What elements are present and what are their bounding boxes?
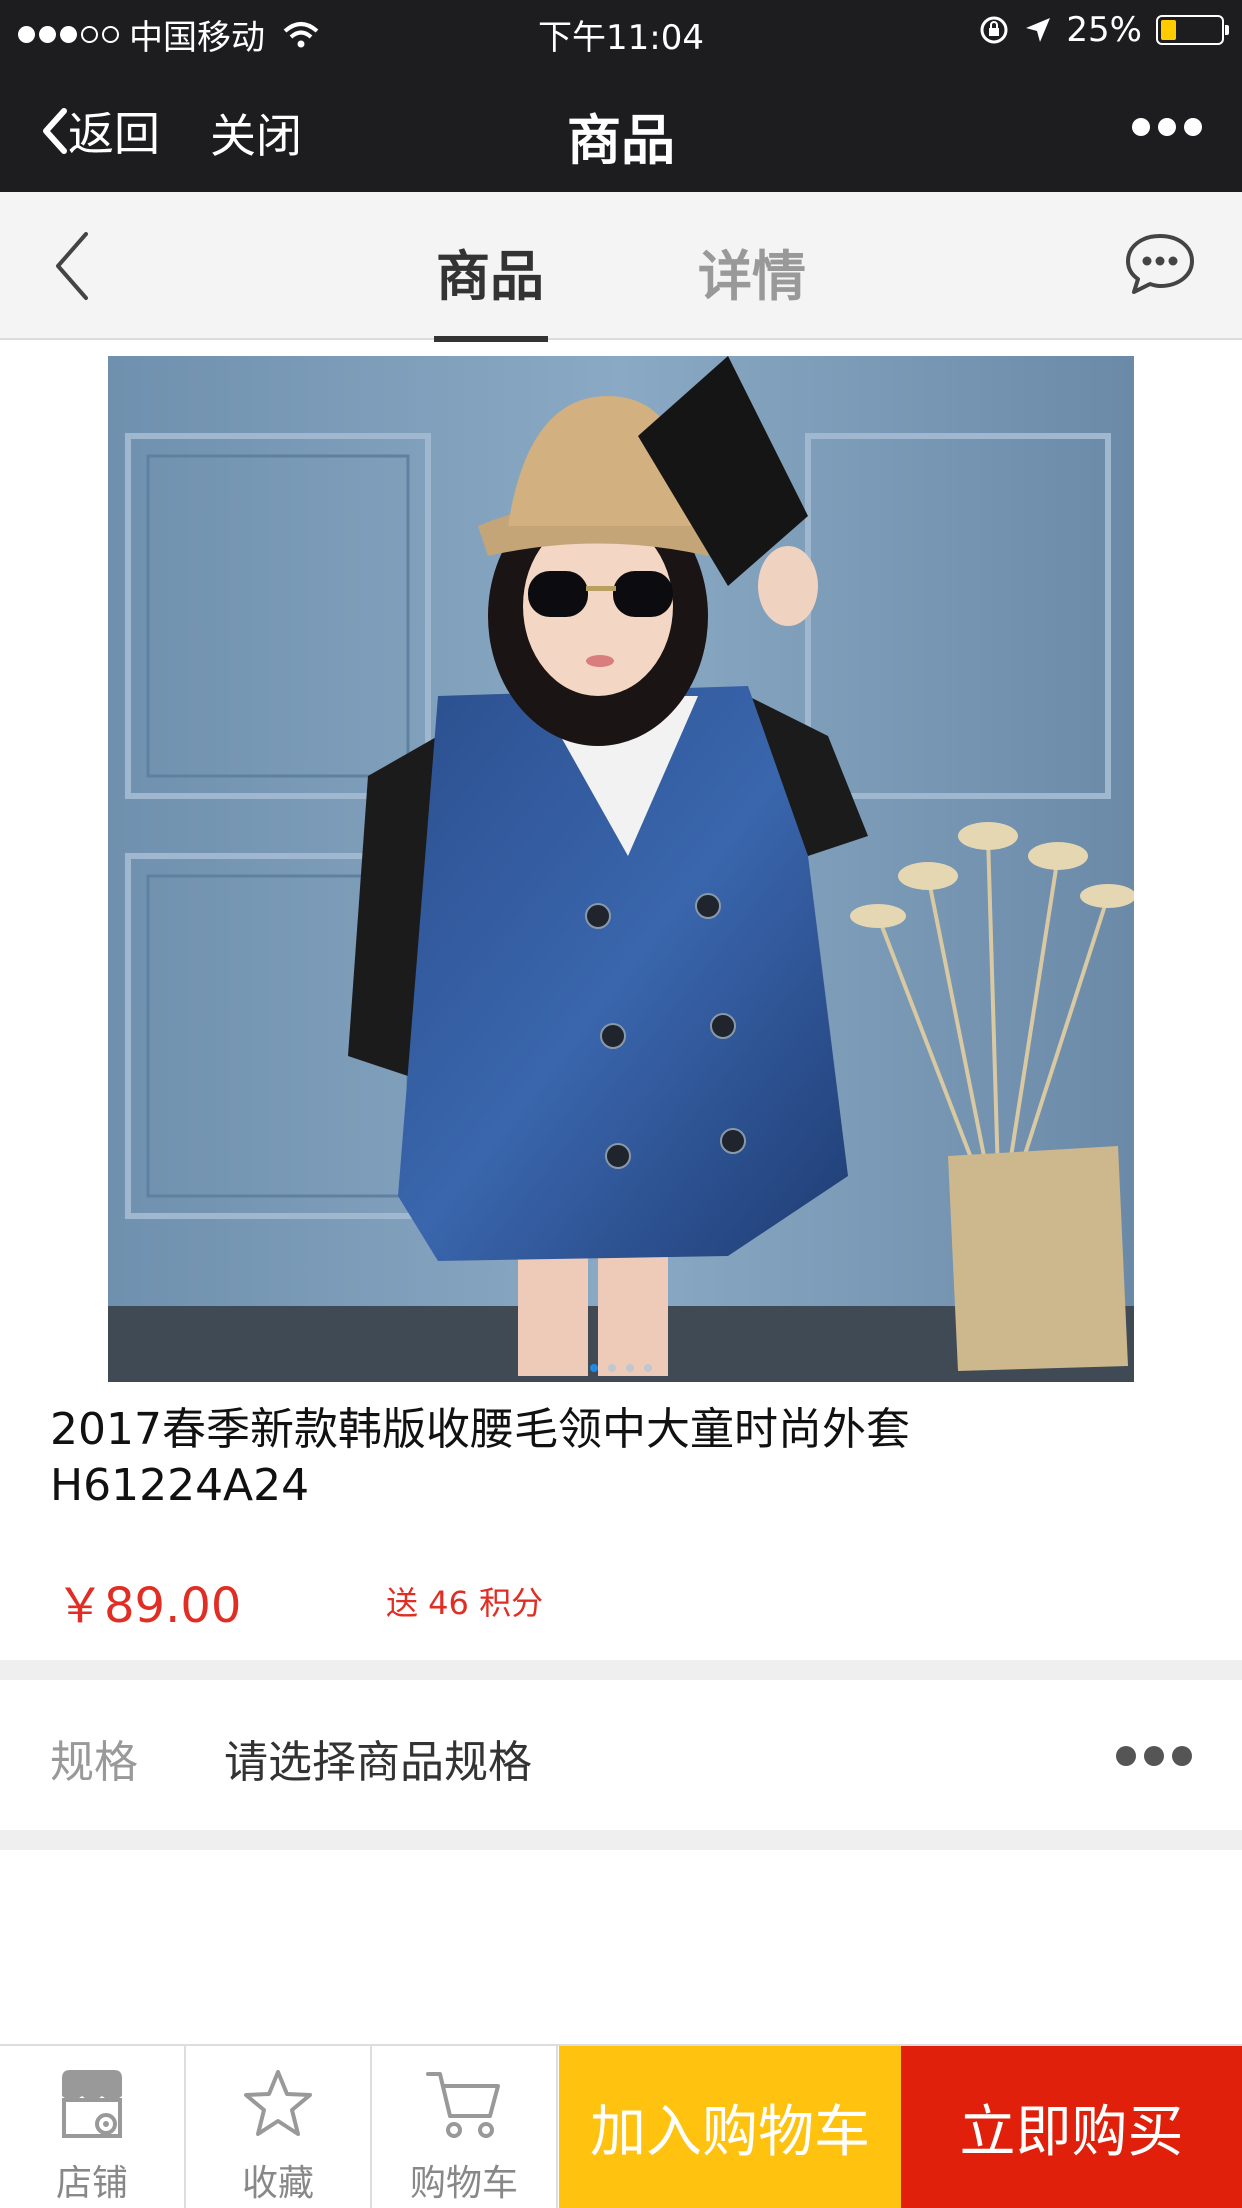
reward-points: 送 46 积分 [386, 1584, 544, 1622]
pagination-dot[interactable] [590, 1364, 598, 1372]
product-photo [108, 356, 1134, 1382]
status-right: 25% [978, 10, 1229, 50]
tab-bar: 商品 详情 [0, 192, 1242, 342]
battery-icon [1156, 15, 1229, 45]
spec-value: 请选择商品规格 [224, 1737, 532, 1788]
shopping-cart-icon [426, 2072, 500, 2138]
orientation-lock-icon [980, 16, 1008, 44]
buy-now-button[interactable]: 立即购买 [901, 2046, 1242, 2208]
product-price: ￥89.00 [56, 1578, 242, 1634]
active-tab-indicator [434, 336, 548, 342]
pagination-dot[interactable] [626, 1364, 634, 1372]
chat-bubble-icon [1126, 234, 1194, 294]
cart-label: 购物车 [409, 2163, 518, 2204]
product-image-carousel[interactable] [108, 356, 1134, 1382]
page-title: 商品 [567, 109, 675, 172]
bottom-action-bar: 店铺 收藏 购物车 加入购物车 立即购买 [0, 2044, 1242, 2208]
favorite-label: 收藏 [241, 2163, 314, 2204]
tab-back-button[interactable] [52, 230, 92, 306]
cart-button[interactable]: 购物车 [372, 2046, 558, 2208]
pagination-dot[interactable] [644, 1364, 652, 1372]
customer-service-button[interactable] [1124, 232, 1196, 302]
more-options-icon[interactable] [1132, 118, 1202, 136]
battery-percent: 25% [1066, 10, 1142, 50]
star-icon [244, 2070, 312, 2136]
favorite-button[interactable]: 收藏 [186, 2046, 372, 2208]
carousel-pagination [108, 1364, 1134, 1372]
spec-selector-row[interactable]: 规格 请选择商品规格 [0, 1680, 1242, 1830]
top-navigation-bar: 返回 关闭 商品 [0, 62, 1242, 192]
status-bar: 中国移动 下午11:04 25% [0, 0, 1242, 62]
tab-product[interactable]: 商品 [436, 232, 544, 311]
shop-icon [62, 2070, 122, 2138]
product-title: 2017春季新款韩版收腰毛领中大童时尚外套H61224A24 [50, 1404, 910, 1511]
pagination-dot[interactable] [608, 1364, 616, 1372]
add-to-cart-button[interactable]: 加入购物车 [559, 2046, 901, 2208]
location-arrow-icon [1026, 18, 1051, 42]
shop-button[interactable]: 店铺 [0, 2046, 186, 2208]
section-divider [0, 1830, 1242, 1850]
tab-details[interactable]: 详情 [698, 232, 806, 311]
shop-label: 店铺 [55, 2163, 128, 2204]
spec-label: 规格 [50, 1737, 138, 1788]
chevron-left-icon [56, 232, 88, 300]
more-dots-icon [1116, 1746, 1192, 1766]
section-divider [0, 1660, 1242, 1680]
